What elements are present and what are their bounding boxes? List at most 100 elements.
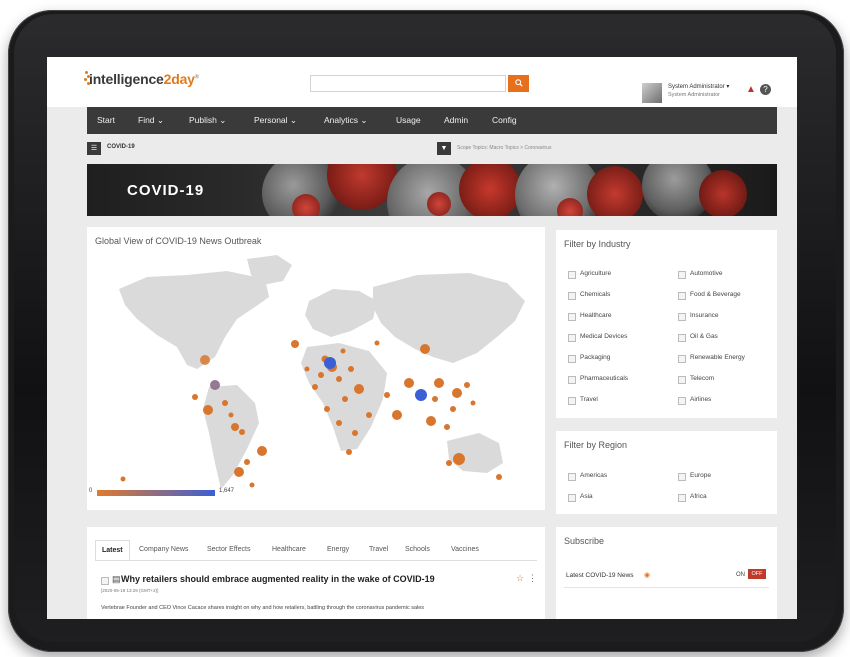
marker-small [304, 366, 310, 372]
marker-big [200, 355, 210, 365]
industry-checkbox[interactable] [568, 292, 576, 300]
subscribe-divider [564, 587, 769, 588]
user-name[interactable]: System Administrator ▾ [668, 83, 729, 90]
marker-big [234, 467, 244, 477]
nav-item-publish[interactable]: Publish ⌄ [189, 107, 226, 134]
industry-label: Travel [580, 396, 598, 403]
industry-label: Chemicals [580, 291, 611, 298]
news-headline[interactable]: Why retailers should embrace augmented r… [121, 574, 435, 584]
industry-label: Automotive [690, 270, 723, 277]
marker-small [291, 340, 299, 348]
marker-hot [415, 389, 427, 401]
filter-icon[interactable]: ▼ [437, 142, 451, 155]
marker-small [192, 394, 198, 400]
marker-small [444, 424, 450, 430]
marker-small [318, 372, 324, 378]
banner-title: COVID-19 [127, 182, 205, 199]
breadcrumb: ☰ COVID-19 ▼ Scope Topics: Macro Topics … [87, 142, 777, 156]
subscribe-on-label[interactable]: ON [736, 572, 745, 578]
news-tab[interactable]: Company News [139, 540, 188, 560]
region-checkbox[interactable] [678, 494, 686, 502]
industry-checkbox[interactable] [678, 355, 686, 363]
marker-small [366, 412, 372, 418]
help-icon[interactable]: ? [760, 84, 771, 95]
news-tab[interactable]: Travel [369, 540, 388, 560]
more-icon[interactable]: ⋮ [528, 573, 537, 584]
industry-label: Oil & Gas [690, 333, 718, 340]
nav-item-config[interactable]: Config [492, 107, 517, 134]
news-tab[interactable]: Sector Effects [207, 540, 250, 560]
marker-small [312, 384, 318, 390]
logo-text: intelligence [89, 71, 164, 87]
industry-label: Medical Devices [580, 333, 628, 340]
nav-item-start[interactable]: Start [97, 107, 115, 134]
marker-small [336, 420, 342, 426]
industry-checkbox[interactable] [568, 334, 576, 342]
search-icon [514, 79, 523, 87]
search-input[interactable] [310, 75, 506, 92]
industry-checkbox[interactable] [678, 334, 686, 342]
north-america-shape [119, 271, 269, 369]
marker-small [384, 392, 390, 398]
industry-checkbox[interactable] [568, 397, 576, 405]
search-button[interactable] [508, 75, 529, 92]
marker-small [450, 406, 456, 412]
tabs-divider [95, 560, 537, 561]
news-date: [2020-05-18 13:29 (GMT+2)] [101, 588, 159, 593]
region-label: Asia [580, 493, 593, 500]
world-map[interactable] [87, 227, 545, 510]
marker-small [446, 460, 452, 466]
subscribe-item-label: Latest COVID-19 News [566, 572, 634, 579]
tablet-screen: intelligence2day® System Administrator ▾… [47, 57, 797, 619]
marker-small [348, 366, 354, 372]
industry-label: Agriculture [580, 270, 612, 277]
logo[interactable]: intelligence2day® [89, 71, 199, 87]
region-checkbox[interactable] [678, 473, 686, 481]
region-label: Europe [690, 472, 711, 479]
asia-shape [373, 273, 525, 363]
industry-checkbox[interactable] [568, 271, 576, 279]
industry-checkbox[interactable] [678, 292, 686, 300]
marker-small [352, 430, 358, 436]
nav-item-analytics[interactable]: Analytics ⌄ [324, 107, 368, 134]
marker-hot [324, 357, 336, 369]
nav-item-usage[interactable]: Usage [396, 107, 421, 134]
industry-checkbox[interactable] [678, 271, 686, 279]
marker-big [404, 378, 414, 388]
avatar[interactable] [642, 83, 662, 103]
marker-small [346, 449, 352, 455]
nav-item-find[interactable]: Find ⌄ [138, 107, 164, 134]
industry-checkbox[interactable] [678, 397, 686, 405]
news-snippet: Vertebrae Founder and CEO Vince Cacace s… [101, 605, 425, 611]
news-tab[interactable]: Latest [95, 540, 130, 561]
subscribe-off-toggle[interactable]: OFF [748, 569, 766, 579]
region-checkbox[interactable] [568, 494, 576, 502]
news-tab[interactable]: Energy [327, 540, 349, 560]
marker-big [453, 453, 465, 465]
news-tab[interactable]: Schools [405, 540, 430, 560]
continents [119, 255, 525, 489]
marker-small [432, 396, 438, 402]
news-tab[interactable]: Vaccines [451, 540, 479, 560]
industry-checkbox[interactable] [568, 355, 576, 363]
marker-small [324, 406, 330, 412]
industry-checkbox[interactable] [568, 313, 576, 321]
marker-small [222, 400, 228, 406]
bell-icon[interactable]: ▲ [746, 84, 756, 95]
marker-big [420, 344, 430, 354]
industry-checkbox[interactable] [678, 376, 686, 384]
region-checkbox[interactable] [568, 473, 576, 481]
industry-checkbox[interactable] [678, 313, 686, 321]
news-tab[interactable]: Healthcare [272, 540, 306, 560]
industry-checkbox[interactable] [568, 376, 576, 384]
nav-item-admin[interactable]: Admin [444, 107, 468, 134]
news-card: Latest Company News Sector Effects Healthca… [87, 527, 545, 619]
star-icon[interactable]: ☆ [516, 573, 524, 584]
marker-big [452, 388, 462, 398]
list-icon[interactable]: ☰ [87, 142, 101, 155]
news-checkbox[interactable] [101, 577, 109, 585]
user-role: System Administrator [668, 92, 720, 98]
nav-item-personal[interactable]: Personal ⌄ [254, 107, 297, 134]
marker-big [392, 410, 402, 420]
industry-filter-title: Filter by Industry [564, 239, 631, 249]
